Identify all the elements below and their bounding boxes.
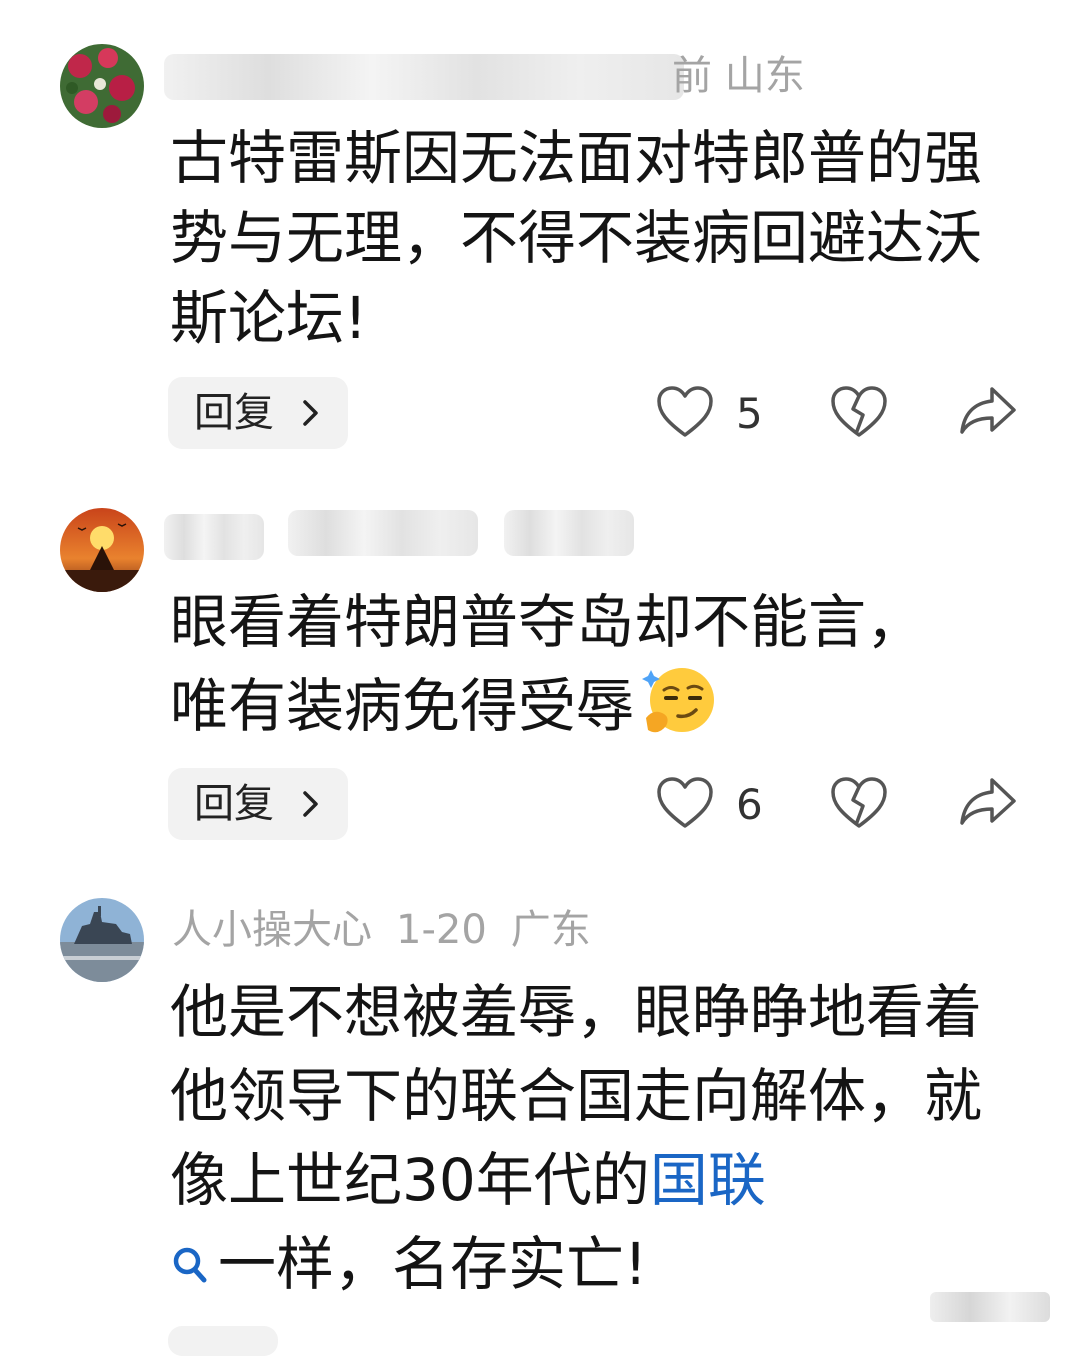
reply-button-partial[interactable]	[168, 1326, 278, 1356]
search-icon[interactable]	[170, 1226, 210, 1310]
avatar[interactable]	[60, 898, 144, 982]
username[interactable]: 人小操大心	[172, 907, 372, 953]
comment-text-before-link: 他是不想被羞辱，眼睁睁地看着他领导下的联合国走向解体，就像上世纪30年代的	[170, 978, 983, 1214]
comment-3: 人小操大心 1-20 广东 他是不想被羞辱，眼睁睁地看着他领导下的联合国走向解体，就…	[0, 0, 1080, 1356]
keyword-link[interactable]: 国联	[650, 1146, 766, 1214]
comment-meta: 人小操大心 1-20 广东	[172, 900, 615, 960]
comment-date: 1-20	[396, 907, 487, 953]
redacted-watermark	[930, 1292, 1050, 1322]
comment-location: 广东	[510, 907, 591, 953]
comment-text: 他是不想被羞辱，眼睁睁地看着他领导下的联合国走向解体，就像上世纪30年代的国联 …	[170, 970, 1000, 1310]
comment-text-after-link: 一样，名存实亡!	[218, 1230, 648, 1298]
